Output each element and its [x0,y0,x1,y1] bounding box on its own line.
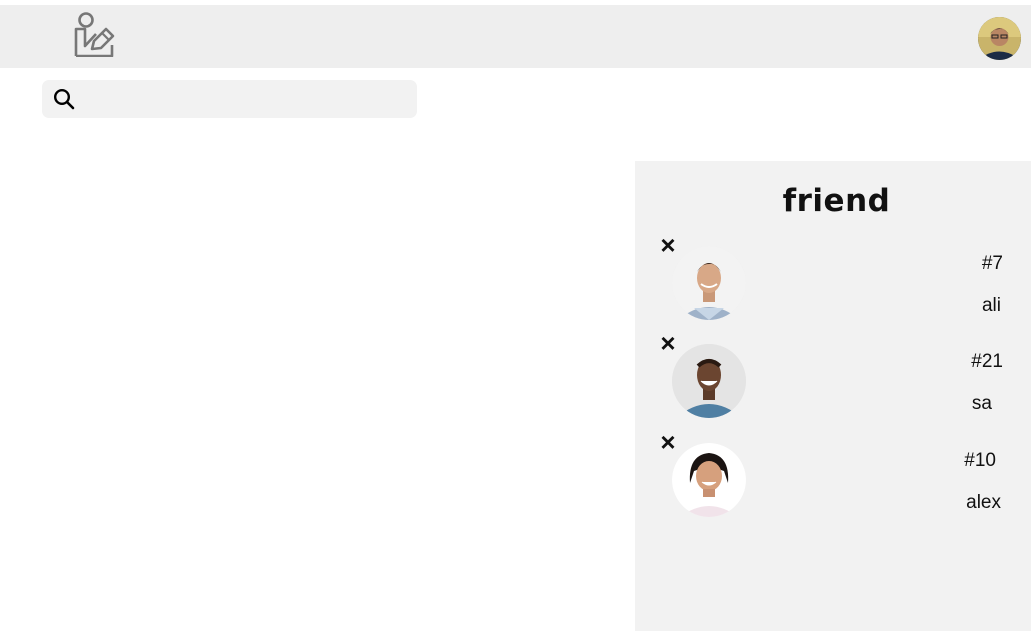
close-icon[interactable]: × [657,232,679,258]
friend-name: ali [981,295,1001,316]
top-header [0,5,1031,68]
friend-name: alex [966,492,1001,513]
close-icon[interactable]: × [657,330,679,356]
friend-name: sa [971,393,992,414]
friend-id: #21 [971,351,1003,372]
user-avatar[interactable] [978,17,1021,60]
search-icon[interactable] [53,88,75,110]
person-edit-icon[interactable] [72,11,118,58]
friends-panel: friend × #7 ali × #21 sa × #10 alex [635,161,1031,631]
friend-id: #10 [964,450,996,471]
friend-id: #7 [981,253,1003,274]
friend-item: × #7 ali [635,232,1031,331]
friend-item: × #10 alex [635,429,1031,528]
panel-title: friend [782,183,891,219]
close-icon[interactable]: × [657,429,679,455]
search-bar[interactable] [42,80,417,118]
friend-avatar [672,443,746,517]
friend-avatar [672,246,746,320]
friend-item: × #21 sa [635,330,1031,429]
friend-avatar [672,344,746,418]
search-input[interactable] [84,84,408,114]
